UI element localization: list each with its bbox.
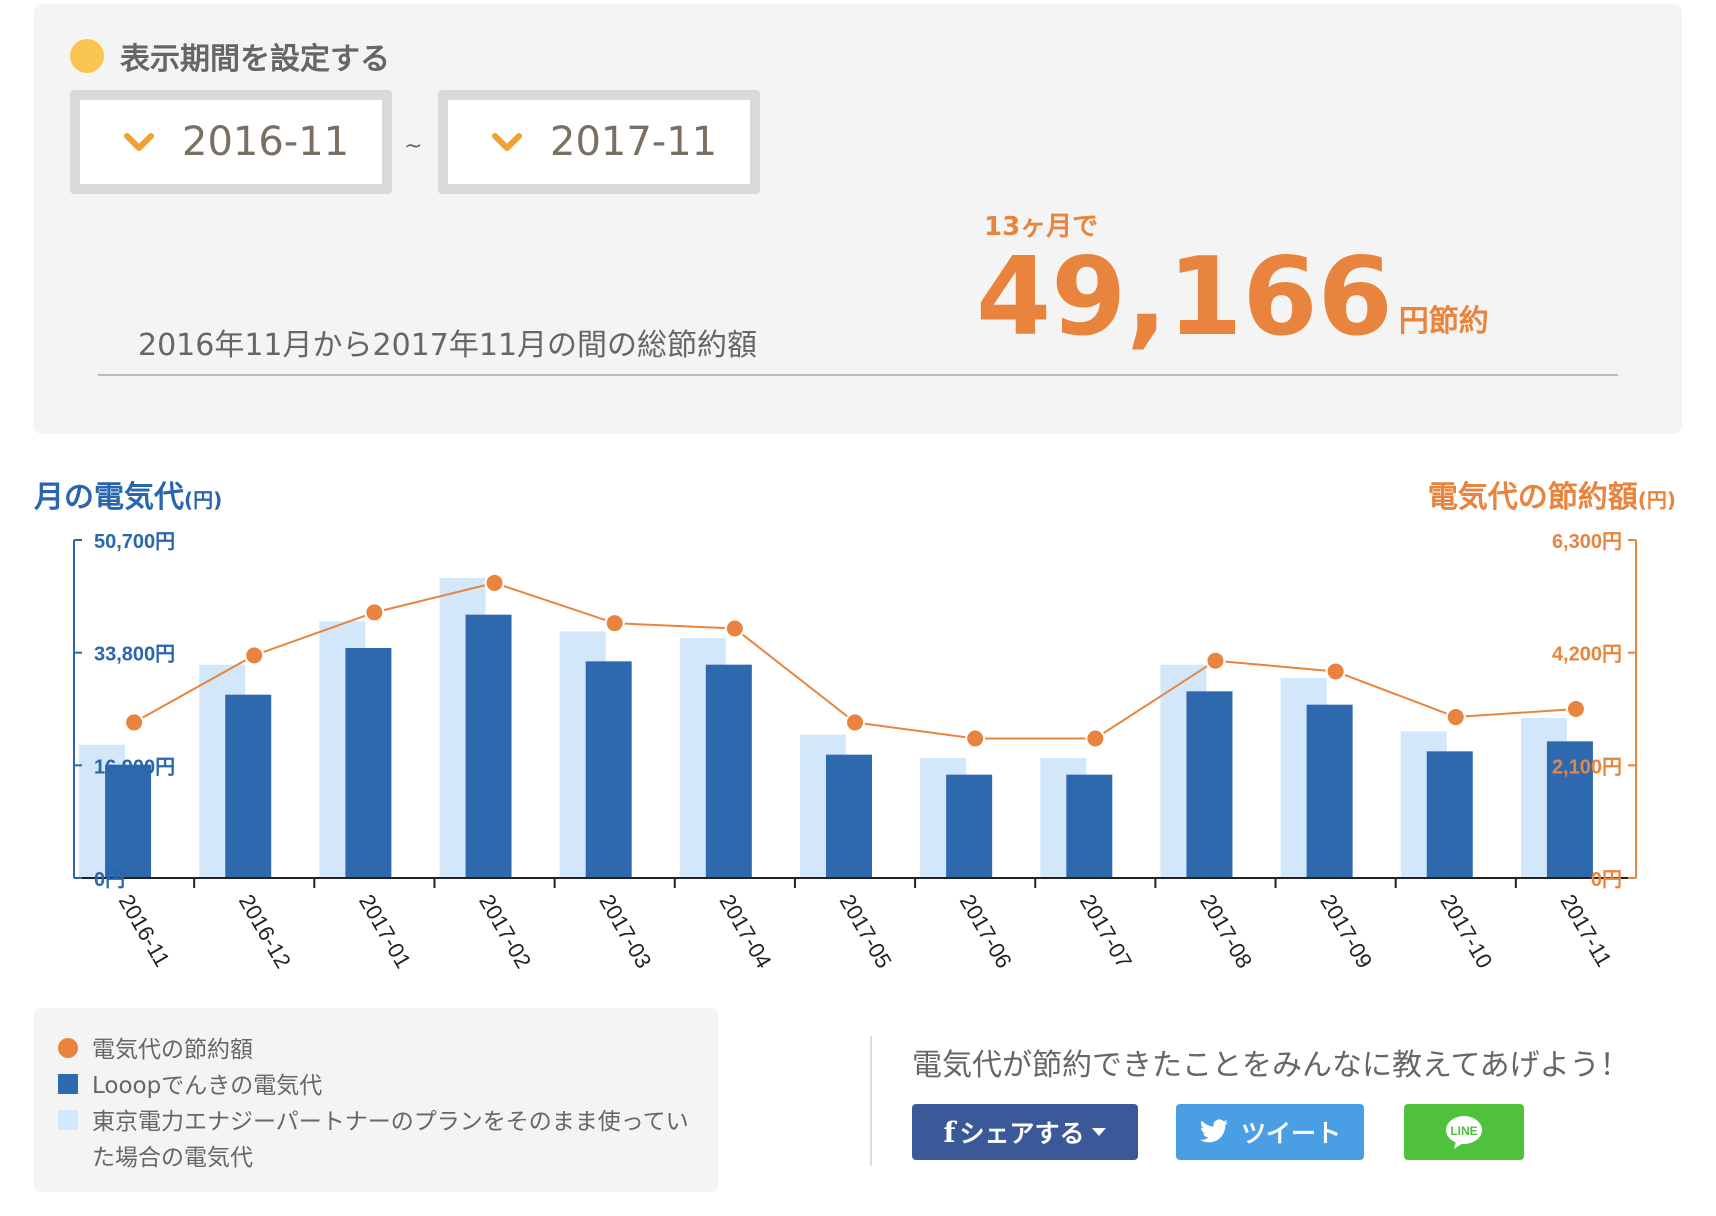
x-tick-label: 2017-07 bbox=[1075, 890, 1137, 972]
looop-bar bbox=[1066, 774, 1113, 878]
left-tick-label: 50,700円 bbox=[94, 531, 175, 553]
looop-bar bbox=[705, 664, 752, 878]
right-tick-label: 6,300円 bbox=[1552, 531, 1622, 553]
legend-item-tepco: 東京電力エナジーパートナーのプランをそのまま使っていた場合の電気代 bbox=[58, 1104, 692, 1176]
blue-square-icon bbox=[58, 1074, 78, 1094]
facebook-share-label: シェアする bbox=[959, 1119, 1085, 1148]
savings-point bbox=[965, 728, 986, 749]
looop-bar bbox=[225, 694, 272, 878]
savings-point bbox=[1325, 661, 1346, 682]
looop-bar bbox=[1426, 751, 1473, 878]
legend: 電気代の節約額 Looopでんきの電気代 東京電力エナジーパートナーのプランをそ… bbox=[34, 1008, 718, 1192]
x-tick-label: 2017-01 bbox=[354, 890, 416, 972]
legend-label: 電気代の節約額 bbox=[92, 1037, 253, 1063]
facebook-share-button[interactable]: f シェアする bbox=[912, 1104, 1138, 1160]
savings-point bbox=[124, 712, 145, 733]
facebook-icon: f bbox=[943, 1115, 956, 1149]
total-savings-unit: 円節約 bbox=[1398, 304, 1489, 339]
line-share-button[interactable]: LINE bbox=[1404, 1104, 1524, 1160]
period-title-text: 表示期間を設定する bbox=[120, 42, 390, 77]
left-axis-unit: (円) bbox=[184, 488, 223, 512]
legend-item-savings: 電気代の節約額 bbox=[58, 1032, 692, 1068]
legend-label: 東京電力エナジーパートナーのプランをそのまま使っていた場合の電気代 bbox=[92, 1109, 689, 1171]
looop-bar bbox=[105, 764, 152, 878]
x-tick-label: 2017-08 bbox=[1195, 890, 1257, 972]
savings-point bbox=[845, 712, 865, 733]
x-tick-label: 2016-11 bbox=[114, 890, 175, 971]
left-tick-label: 0円 bbox=[94, 869, 125, 891]
savings-description: 2016年11月から2017年11月の間の総節約額 bbox=[138, 328, 758, 363]
caret-down-icon bbox=[1091, 1128, 1106, 1136]
vertical-separator bbox=[870, 1036, 872, 1166]
legend-item-looop: Looopでんきの電気代 bbox=[58, 1068, 692, 1104]
x-tick-label: 2017-02 bbox=[474, 890, 536, 972]
looop-bar bbox=[1186, 691, 1233, 878]
line-logo-icon: LINE bbox=[1446, 1116, 1482, 1149]
to-month-select[interactable]: 2017-11 bbox=[438, 90, 760, 194]
looop-bar bbox=[946, 774, 993, 878]
savings-point bbox=[484, 572, 505, 593]
savings-point bbox=[244, 645, 265, 666]
right-tick-label: 0円 bbox=[1591, 869, 1622, 891]
x-tick-label: 2017-04 bbox=[715, 890, 777, 972]
legend-label: Looopでんきの電気代 bbox=[92, 1073, 323, 1099]
looop-bar bbox=[826, 754, 872, 878]
savings-point bbox=[604, 613, 625, 634]
total-savings-amount: 49,166 bbox=[976, 235, 1393, 360]
looop-bar bbox=[585, 661, 632, 878]
twitter-tweet-label: ツイート bbox=[1240, 1119, 1341, 1148]
savings-point bbox=[1085, 728, 1106, 749]
to-month-value: 2017-11 bbox=[550, 119, 718, 165]
x-tick-label: 2016-12 bbox=[234, 890, 296, 972]
twitter-tweet-button[interactable]: ツイート bbox=[1176, 1104, 1364, 1160]
from-month-value: 2016-11 bbox=[182, 119, 350, 165]
x-tick-label: 2017-06 bbox=[955, 890, 1017, 972]
period-panel: 表示期間を設定する 2016-11 ~ 2017-11 13ヶ月で 49,166… bbox=[34, 4, 1682, 434]
right-tick-label: 4,200円 bbox=[1552, 644, 1622, 666]
share-prompt: 電気代が節約できたことをみんなに教えてあげよう！ bbox=[912, 1048, 1630, 1083]
divider bbox=[98, 374, 1618, 376]
left-tick-label: 16,900円 bbox=[94, 756, 175, 778]
looop-bar bbox=[465, 614, 512, 878]
savings-point bbox=[364, 602, 385, 623]
chevron-down-icon bbox=[492, 133, 522, 151]
right-axis-unit: (円) bbox=[1637, 488, 1676, 512]
x-tick-label: 2017-09 bbox=[1315, 890, 1377, 972]
right-tick-label: 2,100円 bbox=[1552, 756, 1622, 778]
x-tick-label: 2017-10 bbox=[1435, 890, 1497, 972]
savings-point bbox=[1565, 699, 1586, 719]
from-month-select[interactable]: 2016-11 bbox=[70, 90, 392, 194]
savings-point bbox=[724, 618, 745, 639]
looop-bar bbox=[345, 648, 392, 878]
chevron-down-icon bbox=[124, 133, 154, 151]
electricity-chart: 0円 16,900円 33,800円 50,700円 0円 2,100円 4,200円 6,3… bbox=[73, 531, 1637, 972]
yellow-dot-icon bbox=[70, 39, 104, 73]
savings-point bbox=[1445, 707, 1466, 728]
savings-point bbox=[1205, 650, 1226, 671]
twitter-bird-icon bbox=[1199, 1119, 1228, 1143]
x-tick-label: 2017-05 bbox=[835, 890, 897, 972]
period-separator: ~ bbox=[404, 134, 423, 159]
x-tick-label: 2017-03 bbox=[594, 890, 656, 972]
orange-dot-icon bbox=[58, 1038, 78, 1058]
line-logo-text: LINE bbox=[1450, 1124, 1477, 1138]
period-title: 表示期間を設定する bbox=[70, 34, 390, 78]
light-blue-square-icon bbox=[58, 1110, 78, 1130]
total-savings: 49,166 円節約 bbox=[976, 244, 1489, 352]
looop-bar bbox=[1306, 704, 1353, 878]
x-tick-label: 2017-11 bbox=[1556, 890, 1617, 971]
left-tick-label: 33,800円 bbox=[94, 644, 175, 666]
